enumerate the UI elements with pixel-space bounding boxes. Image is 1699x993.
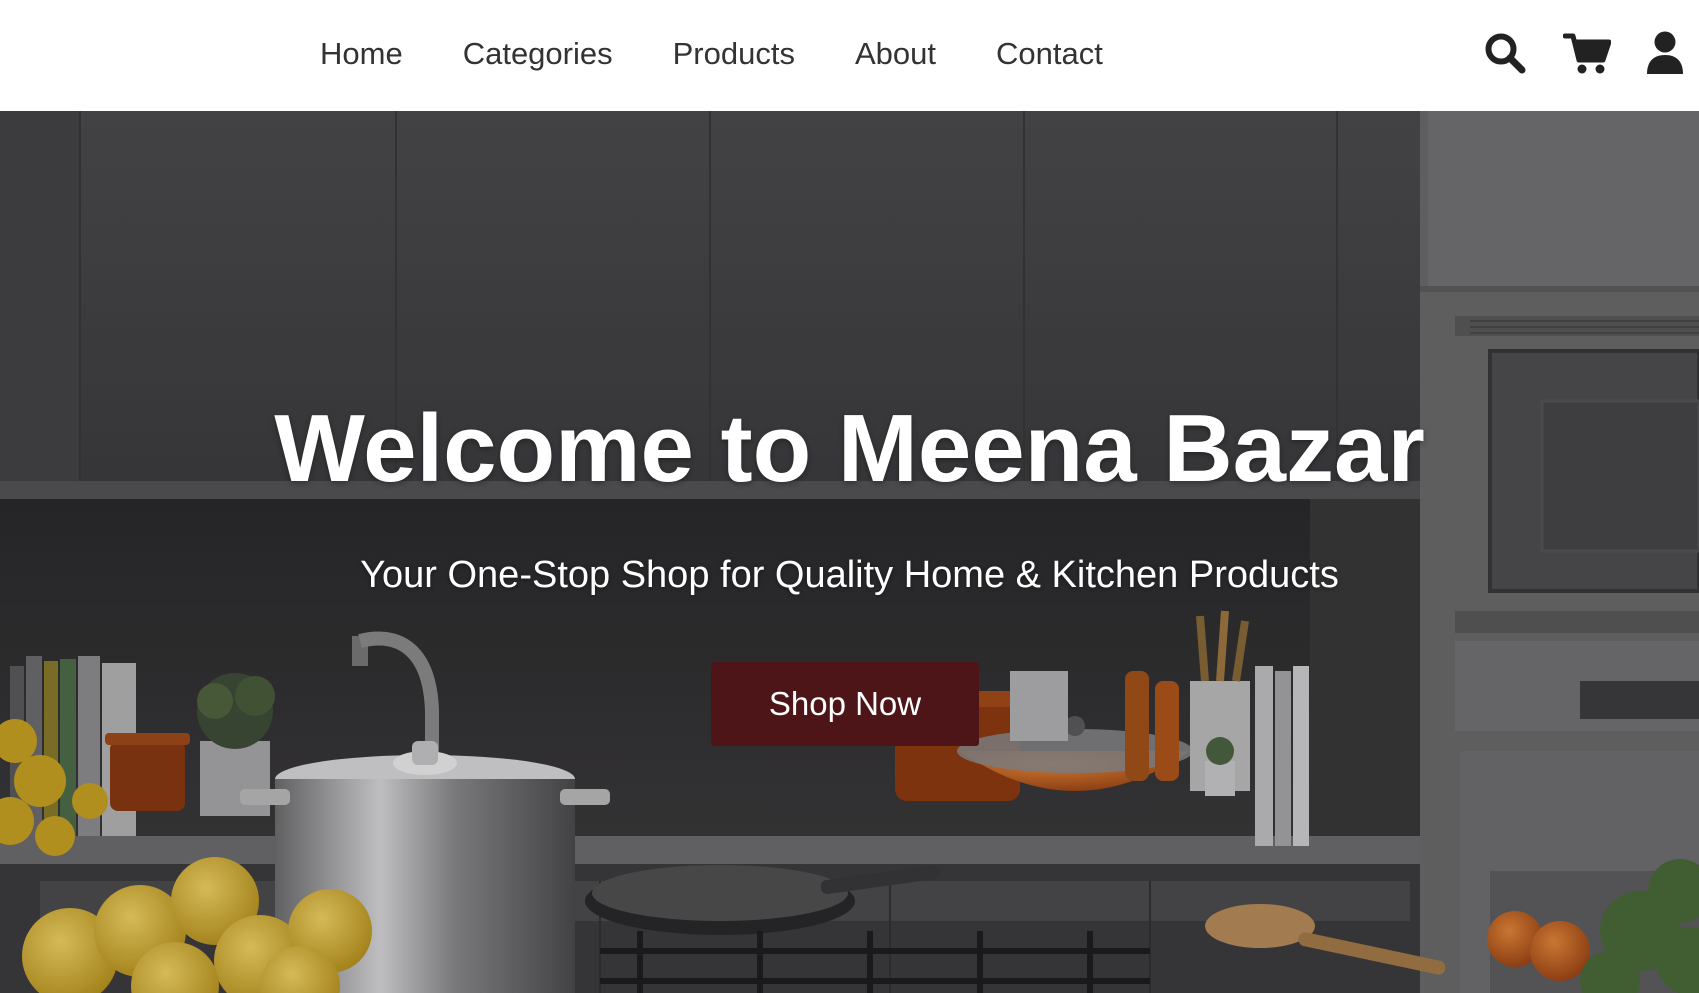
nav-links: Home Categories Products About Contact: [320, 0, 1103, 106]
hero-subtitle: Your One-Stop Shop for Quality Home & Ki…: [360, 554, 1339, 596]
nav-icons: [1482, 0, 1685, 106]
nav-link-about[interactable]: About: [855, 38, 936, 69]
nav-link-products[interactable]: Products: [673, 38, 795, 69]
hero-content: Welcome to Meena Bazar Your One-Stop Sho…: [0, 111, 1699, 993]
hero-title: Welcome to Meena Bazar: [274, 395, 1425, 502]
cart-icon[interactable]: [1563, 31, 1611, 75]
hero-section: Welcome to Meena Bazar Your One-Stop Sho…: [0, 111, 1699, 993]
nav-link-contact[interactable]: Contact: [996, 38, 1103, 69]
search-icon[interactable]: [1482, 30, 1528, 76]
top-navbar: Home Categories Products About Contact: [0, 0, 1699, 111]
nav-item-contact: Contact: [996, 38, 1103, 69]
nav-item-home: Home: [320, 38, 403, 69]
shop-now-button[interactable]: Shop Now: [711, 662, 979, 746]
nav-link-home[interactable]: Home: [320, 38, 403, 69]
nav-item-about: About: [855, 38, 936, 69]
user-icon[interactable]: [1645, 31, 1685, 75]
nav-item-categories: Categories: [463, 38, 613, 69]
nav-link-categories[interactable]: Categories: [463, 38, 613, 69]
nav-item-products: Products: [673, 38, 795, 69]
